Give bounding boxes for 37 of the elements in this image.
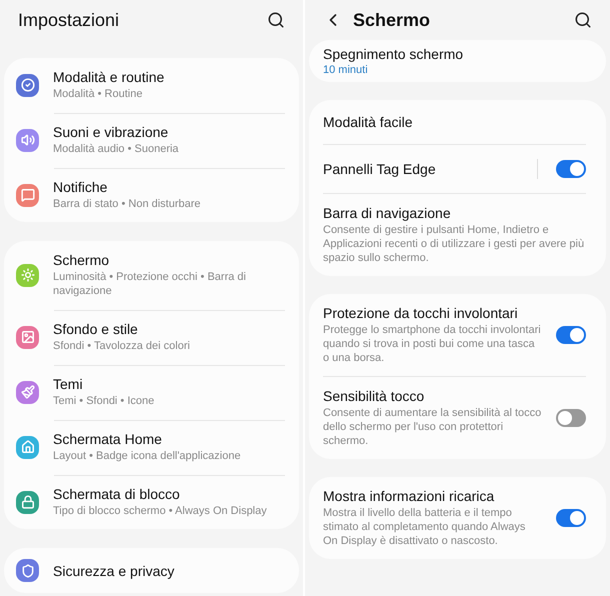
setting-title[interactable]: Spegnimento schermo [323, 46, 586, 62]
setting-title[interactable]: Modalità e routine [53, 69, 285, 85]
setting-title[interactable]: Schermata di blocco [53, 486, 285, 502]
toggle-switch[interactable] [556, 326, 586, 344]
setting-title[interactable]: Modalità facile [323, 114, 586, 130]
setting-value: 10 minuti [323, 64, 369, 76]
setting-subtitle: Barra di stato • Non disturbare [53, 197, 202, 211]
toggle-switch[interactable] [556, 160, 586, 178]
setting-description: Protegge lo smartphone da tocchi involontari quando si trova in posti bui come una tasca o una borsa. [323, 323, 542, 365]
setting-title[interactable]: Sicurezza e privacy [53, 562, 285, 578]
search-icon[interactable] [267, 11, 285, 29]
setting-title[interactable]: Protezione da tocchi involontari [323, 305, 542, 321]
setting-description: Consente di gestire i pulsanti Home, Indietro e Applicazioni recenti o di utilizzare i gesti per avere più spazio sullo schermo. [323, 223, 586, 265]
setting-subtitle: Temi • Sfondi • Icone [53, 394, 156, 408]
setting-title[interactable]: Pannelli Tag Edge [323, 161, 523, 177]
setting-description: Mostra il livello della batteria e il tempo stimato al completamento quando Always On Display è disattivato o nascosto. [323, 506, 526, 548]
setting-title[interactable]: Sensibilità tocco [323, 388, 542, 404]
setting-subtitle: Luminosità • Protezione occhi • Barra di navigazione [53, 270, 247, 298]
setting-subtitle: Sfondi • Tavolozza dei colori [53, 339, 191, 353]
setting-subtitle: Layout • Badge icona dell'applicazione [53, 449, 242, 463]
setting-title[interactable]: Notifiche [53, 179, 285, 195]
setting-title[interactable]: Suoni e vibrazione [53, 124, 285, 140]
setting-description: Consente di aumentare la sensibilità al tocco dello schermo per l'uso con protettori schermo. [323, 406, 542, 448]
setting-title[interactable]: Sfondo e stile [53, 321, 285, 337]
setting-title[interactable]: Schermata Home [53, 431, 285, 447]
setting-title[interactable]: Temi [53, 376, 285, 392]
setting-title[interactable]: Schermo [53, 252, 285, 268]
screen-title: Schermo [353, 10, 432, 30]
setting-title[interactable]: Mostra informazioni ricarica [323, 488, 542, 504]
screen-title: Impostazioni [18, 10, 120, 30]
setting-subtitle: Modalità • Routine [53, 87, 144, 101]
toggle-switch[interactable] [556, 509, 586, 527]
setting-title[interactable]: Barra di navigazione [323, 205, 586, 221]
toggle-switch[interactable] [556, 409, 586, 427]
setting-subtitle: Modalità audio • Suoneria [53, 142, 180, 156]
setting-subtitle: Tipo di blocco schermo • Always On Display [53, 504, 268, 518]
search-icon[interactable] [574, 11, 592, 29]
